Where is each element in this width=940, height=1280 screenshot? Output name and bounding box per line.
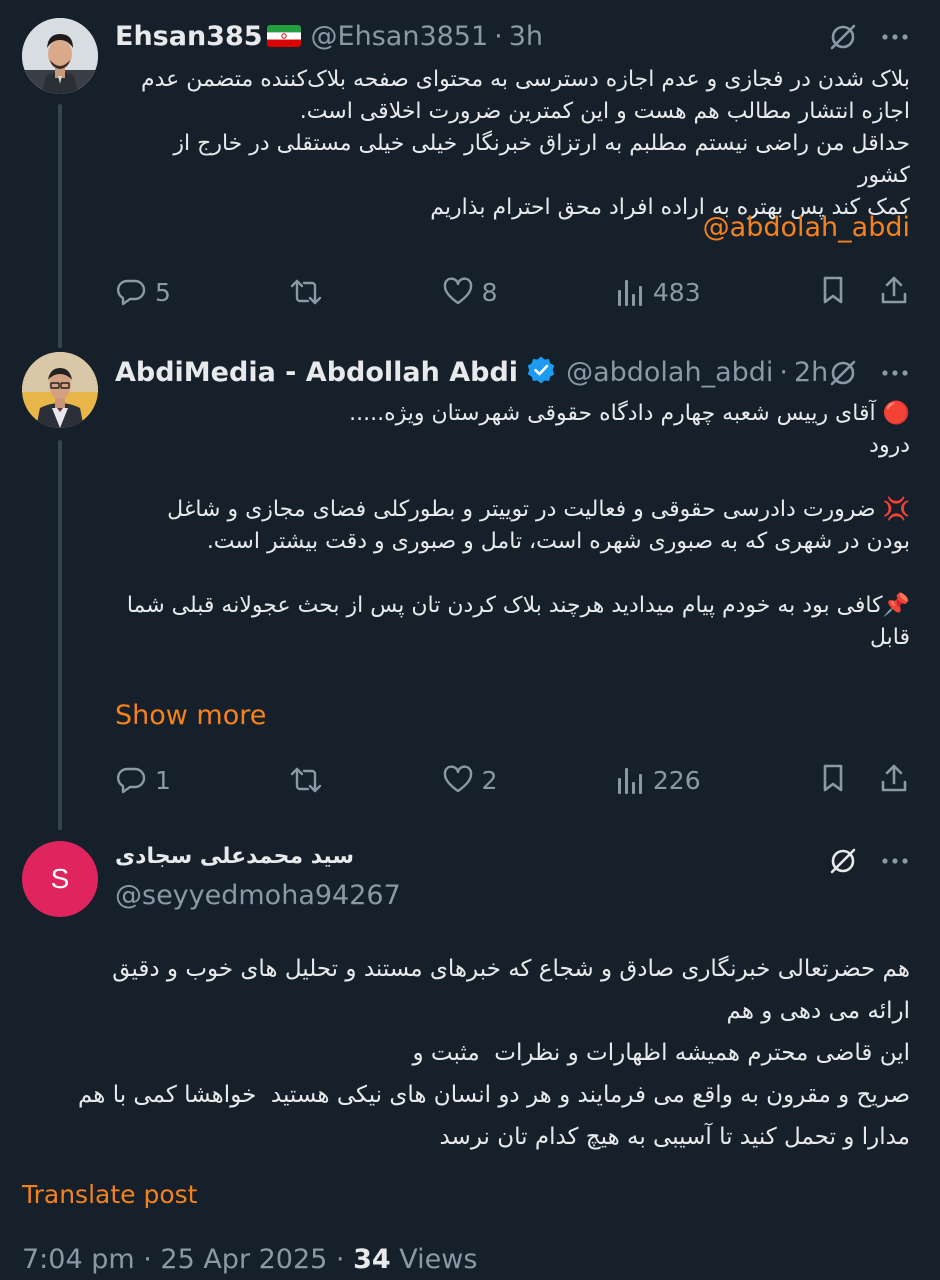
bookmark-icon[interactable] [818,274,848,310]
reply-button[interactable]: 5 [115,276,171,308]
author-handle[interactable]: @Ehsan3851 [311,21,489,52]
views-count: 34 [353,1244,391,1275]
show-more-link[interactable]: Show more [115,700,266,731]
thread-line [58,440,62,830]
retweet-icon [288,764,324,796]
tweet-header: Ehsan385 @Ehsan3851 · 3h [115,20,544,52]
header-icons [828,22,910,56]
views-count: 483 [652,277,701,307]
avatar-letter: S [50,863,70,894]
share-icon[interactable] [878,274,910,310]
avatar[interactable] [22,18,98,94]
avatar[interactable] [22,352,98,428]
views-icon [615,276,645,308]
more-icon[interactable] [880,358,910,392]
tweet-actions: 5 8 483 [115,272,910,312]
grok-icon[interactable] [828,846,858,880]
views-icon [615,764,645,796]
tweet-text: هم حضرتعالی خبرنگاری صادق و شجاع که خبره… [77,956,910,1150]
tweet-header: AbdiMedia - Abdollah Abdi @abdolah_abdi … [115,355,829,389]
reply-button[interactable]: 1 [115,764,171,796]
reply-count: 5 [155,277,171,307]
more-icon[interactable] [880,846,910,880]
reply-count: 1 [155,765,171,795]
reply-icon [115,276,147,308]
author-handle[interactable]: @abdolah_abdi [566,357,773,388]
thread-line [58,104,62,348]
author-handle[interactable]: @seyyedmoha94267 [115,880,401,911]
views-button[interactable]: 226 [615,764,701,796]
retweet-button[interactable] [288,764,324,796]
like-icon [442,764,474,796]
views-count: 226 [652,765,701,795]
author-name[interactable]: Ehsan385 [115,21,263,52]
views-button[interactable]: 483 [615,276,701,308]
grok-icon[interactable] [828,22,858,56]
like-button[interactable]: 8 [442,276,498,308]
avatar[interactable]: S [22,841,98,917]
like-icon [442,276,474,308]
verified-icon [526,355,556,389]
tweet-metadata: 7:04 pm · 25 Apr 2025 · 34 Views [22,1244,477,1275]
translate-post-link[interactable]: Translate post [22,1180,197,1209]
retweet-button[interactable] [288,276,324,308]
author-name[interactable]: AbdiMedia - Abdollah Abdi [115,357,518,388]
views-label: Views [390,1244,478,1275]
reply-icon [115,764,147,796]
like-count: 8 [481,277,498,307]
tweet-actions: 1 2 226 [115,760,910,800]
iran-flag-icon [266,25,301,47]
more-icon[interactable] [880,22,910,56]
header-icons [828,846,910,880]
tweet-time[interactable]: 2h [794,357,828,388]
mention-link[interactable]: @abdolah_abdi [703,212,910,243]
share-icon[interactable] [878,762,910,798]
tweet-time[interactable]: 3h [509,21,543,52]
grok-icon[interactable] [828,358,858,392]
like-button[interactable]: 2 [442,764,498,796]
bookmark-icon[interactable] [818,762,848,798]
header-icons [828,358,910,392]
tweet-text: بلاک شدن در فجازی و عدم اجازه دسترسی به … [140,67,910,220]
retweet-icon [288,276,324,308]
author-name[interactable]: سید محمدعلی سجادی [115,844,354,869]
like-count: 2 [481,765,498,795]
tweet-timestamp[interactable]: 7:04 pm · 25 Apr 2025 · [22,1244,353,1275]
tweet-text: 🔴 آقای رییس شعبه چهارم دادگاه حقوقی شهرس… [126,401,910,650]
